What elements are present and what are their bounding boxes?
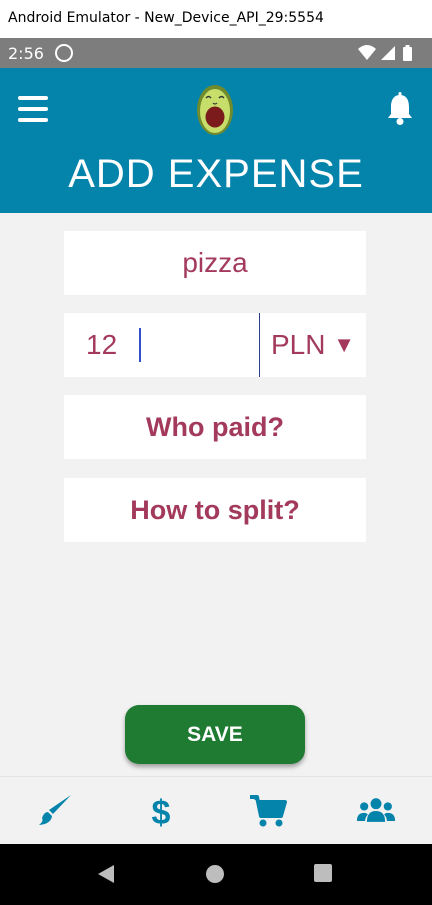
status-bar: 2:56 <box>0 38 432 68</box>
bell-icon[interactable] <box>386 92 414 126</box>
status-icons <box>358 44 420 67</box>
group-icon[interactable] <box>356 791 396 831</box>
page-title: ADD EXPENSE <box>68 152 364 196</box>
who-paid-label: Who paid? <box>146 411 284 442</box>
description-value: pizza <box>182 247 248 278</box>
dropdown-arrow-icon: ▼ <box>333 332 356 357</box>
emulator-title-bar: Android Emulator - New_Device_API_29:555… <box>0 0 432 38</box>
signal-icon <box>381 46 395 60</box>
description-input[interactable]: pizza <box>64 231 366 295</box>
how-to-split-label: How to split? <box>130 494 300 525</box>
text-cursor <box>139 328 142 362</box>
cart-icon[interactable] <box>248 791 288 831</box>
avocado-logo <box>197 85 233 135</box>
recents-icon[interactable] <box>314 864 332 882</box>
wifi-icon <box>358 45 376 60</box>
save-label: SAVE <box>187 722 243 746</box>
amount-input[interactable]: 12 <box>64 313 259 377</box>
sync-icon <box>55 44 73 62</box>
amount-value: 12 <box>86 329 118 360</box>
brush-icon[interactable] <box>35 791 75 831</box>
status-time: 2:56 <box>8 44 44 63</box>
app-bar: ADD EXPENSE <box>0 68 432 213</box>
svg-text:$: $ <box>152 794 171 831</box>
bottom-navigation: $ <box>0 776 432 845</box>
main-content: pizza 12 PLN ▼ Who paid? How to split? S… <box>0 213 432 776</box>
how-to-split-button[interactable]: How to split? <box>64 478 366 542</box>
home-icon[interactable] <box>205 864 225 884</box>
menu-icon[interactable] <box>18 96 48 122</box>
dollar-icon[interactable]: $ <box>141 791 181 831</box>
battery-icon <box>403 45 412 61</box>
save-button[interactable]: SAVE <box>125 705 305 764</box>
system-navigation-bar <box>0 844 432 905</box>
amount-row: 12 PLN ▼ <box>64 313 366 377</box>
back-icon[interactable] <box>96 864 116 884</box>
currency-select[interactable]: PLN ▼ <box>260 313 366 377</box>
who-paid-button[interactable]: Who paid? <box>64 395 366 459</box>
currency-label: PLN <box>270 329 326 360</box>
window-title: Android Emulator - New_Device_API_29:555… <box>8 10 324 26</box>
